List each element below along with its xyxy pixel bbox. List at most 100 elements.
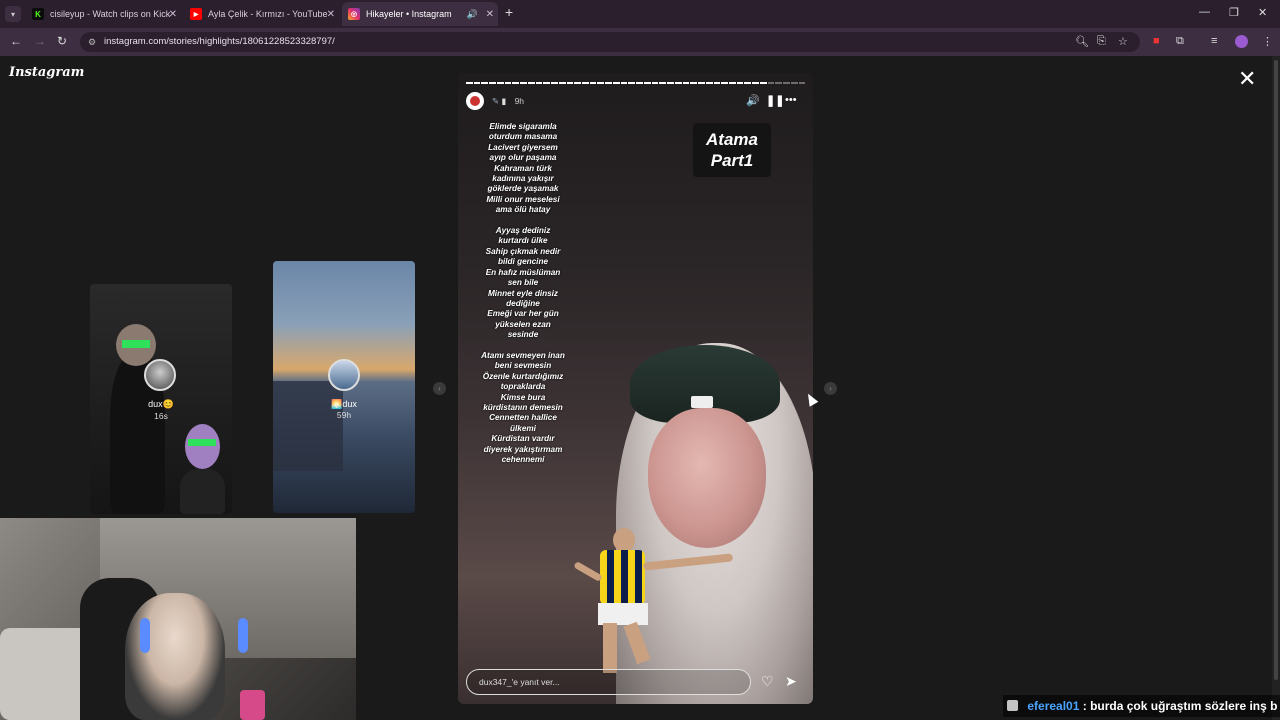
boat-shape xyxy=(273,381,343,471)
previous-story-button[interactable]: ‹ xyxy=(433,382,446,395)
tab-youtube[interactable]: ▶ Ayla Çelik - Kırmızı - YouTube ✕ xyxy=(184,2,339,26)
cap-logo xyxy=(691,396,713,408)
progress-segment xyxy=(667,82,674,84)
instagram-icon: ◎ xyxy=(348,8,360,20)
player-shorts xyxy=(598,603,648,625)
progress-segment xyxy=(736,82,744,84)
green-glasses xyxy=(122,340,150,348)
forward-icon[interactable]: → xyxy=(34,34,46,48)
menu-icon[interactable]: ⋮ xyxy=(1262,35,1273,48)
story-progress-bar xyxy=(466,82,806,84)
close-stories-icon[interactable]: ✕ xyxy=(1238,68,1256,90)
progress-segment xyxy=(659,82,667,84)
address-bar-row: ← → ↻ ⚙ instagram.com/stories/highlights… xyxy=(0,28,1280,56)
progress-segment xyxy=(620,82,628,84)
close-tab-icon[interactable]: ✕ xyxy=(486,9,494,20)
instagram-stories-page: Instagram ✕ dux😊 16s 🌅dux 59h ‹ › ✎ ▮ 9h… xyxy=(0,56,1280,720)
progress-segment xyxy=(481,82,489,84)
progress-segment xyxy=(705,82,713,84)
progress-segment xyxy=(605,82,612,84)
close-window-icon[interactable]: ✕ xyxy=(1258,6,1267,19)
minimize-icon[interactable]: — xyxy=(1199,6,1210,18)
scrollbar-thumb[interactable] xyxy=(1274,60,1278,680)
progress-segment xyxy=(527,82,535,84)
story-avatar[interactable] xyxy=(466,92,484,110)
restore-icon[interactable]: ❐ xyxy=(1229,6,1239,19)
extension-icon[interactable]: ■ xyxy=(1153,35,1160,47)
chat-username: efereal01 xyxy=(1027,699,1080,713)
progress-segment xyxy=(636,82,643,84)
site-info-icon[interactable]: ⚙ xyxy=(88,32,96,52)
progress-segment xyxy=(721,82,728,84)
progress-segment xyxy=(783,82,790,84)
face xyxy=(648,408,766,548)
send-icon[interactable]: ➤ xyxy=(785,673,797,690)
player-arm xyxy=(573,560,603,583)
bookmark-star-icon[interactable]: ☆ xyxy=(1118,35,1128,48)
story-viewer[interactable]: ✎ ▮ 9h 🔊 ❚❚ ••• Elimde sigaramla oturdum… xyxy=(458,73,813,704)
progress-segment xyxy=(566,82,574,84)
preview-time: 59h xyxy=(336,410,352,420)
scrollbar[interactable] xyxy=(1272,56,1280,720)
zoom-icon[interactable]: 🔍︎ xyxy=(1075,35,1089,48)
volume-icon[interactable]: 🔊 xyxy=(746,94,760,107)
back-icon[interactable]: ← xyxy=(10,34,22,48)
install-app-icon[interactable]: ⎘ xyxy=(1097,35,1106,48)
instagram-logo[interactable]: Instagram xyxy=(9,65,84,80)
extensions-puzzle-icon[interactable]: ⧉ xyxy=(1176,35,1184,48)
story-preview-1[interactable]: dux😊 16s xyxy=(90,284,232,514)
preview-avatar xyxy=(328,359,360,391)
tab-title: Hikayeler • Instagram xyxy=(366,9,452,19)
story-title-sticker: Atama Part1 xyxy=(693,123,771,177)
progress-segment xyxy=(651,82,659,84)
tab-title: Ayla Çelik - Kırmızı - YouTube xyxy=(208,9,328,19)
new-tab-button[interactable]: + xyxy=(505,4,513,20)
progress-segment xyxy=(698,82,705,84)
progress-segment xyxy=(558,82,566,84)
streamer xyxy=(125,593,225,720)
progress-segment xyxy=(767,82,775,84)
chat-badge-icon xyxy=(1007,700,1018,711)
tab-search-button[interactable]: ▾ xyxy=(5,6,21,22)
progress-segment xyxy=(574,82,582,84)
progress-segment xyxy=(713,82,721,84)
player-arm xyxy=(642,553,734,571)
progress-segment xyxy=(582,82,589,84)
progress-segment xyxy=(551,82,558,84)
progress-segment xyxy=(504,82,512,84)
media-control-icon[interactable]: ≡ xyxy=(1211,35,1217,47)
url-text: instagram.com/stories/highlights/1806122… xyxy=(104,36,335,47)
reload-icon[interactable]: ↻ xyxy=(57,34,67,48)
progress-segment xyxy=(728,82,736,84)
close-tab-icon[interactable]: ✕ xyxy=(327,9,335,20)
next-story-button[interactable]: › xyxy=(824,382,837,395)
progress-segment xyxy=(798,82,806,84)
progress-segment xyxy=(612,82,620,84)
progress-segment xyxy=(690,82,698,84)
player-leg xyxy=(603,623,617,673)
progress-segment xyxy=(643,82,651,84)
pink-lamp xyxy=(240,690,265,720)
progress-segment xyxy=(752,82,759,84)
story-time: 9h xyxy=(514,96,525,106)
profile-avatar[interactable] xyxy=(1235,35,1248,48)
progress-segment xyxy=(759,82,767,84)
story-preview-2[interactable]: 🌅dux 59h xyxy=(273,261,415,513)
reply-input[interactable]: dux347_'e yanıt ver... xyxy=(466,669,751,695)
preview-avatar xyxy=(144,359,176,391)
story-lyrics-text: Elimde sigaramla oturdum masama Lacivert… xyxy=(481,122,565,464)
preview-time: 16s xyxy=(154,411,168,421)
like-heart-icon[interactable]: ♡ xyxy=(761,673,774,690)
progress-segment xyxy=(744,82,752,84)
tab-instagram[interactable]: ◎ Hikayeler • Instagram 🔊 ✕ xyxy=(342,2,498,26)
audio-playing-icon[interactable]: 🔊 xyxy=(467,9,478,20)
more-options-icon[interactable]: ••• xyxy=(785,94,797,106)
close-tab-icon[interactable]: ✕ xyxy=(169,9,177,20)
pause-icon[interactable]: ❚❚ xyxy=(766,94,784,107)
tab-bar: ▾ K cisileyup - Watch clips on Kick ✕ ▶ … xyxy=(0,0,1280,28)
progress-segment xyxy=(473,82,481,84)
progress-segment xyxy=(512,82,520,84)
tab-kick[interactable]: K cisileyup - Watch clips on Kick ✕ xyxy=(26,2,181,26)
url-field[interactable]: ⚙ instagram.com/stories/highlights/18061… xyxy=(80,32,1140,52)
progress-segment xyxy=(674,82,682,84)
